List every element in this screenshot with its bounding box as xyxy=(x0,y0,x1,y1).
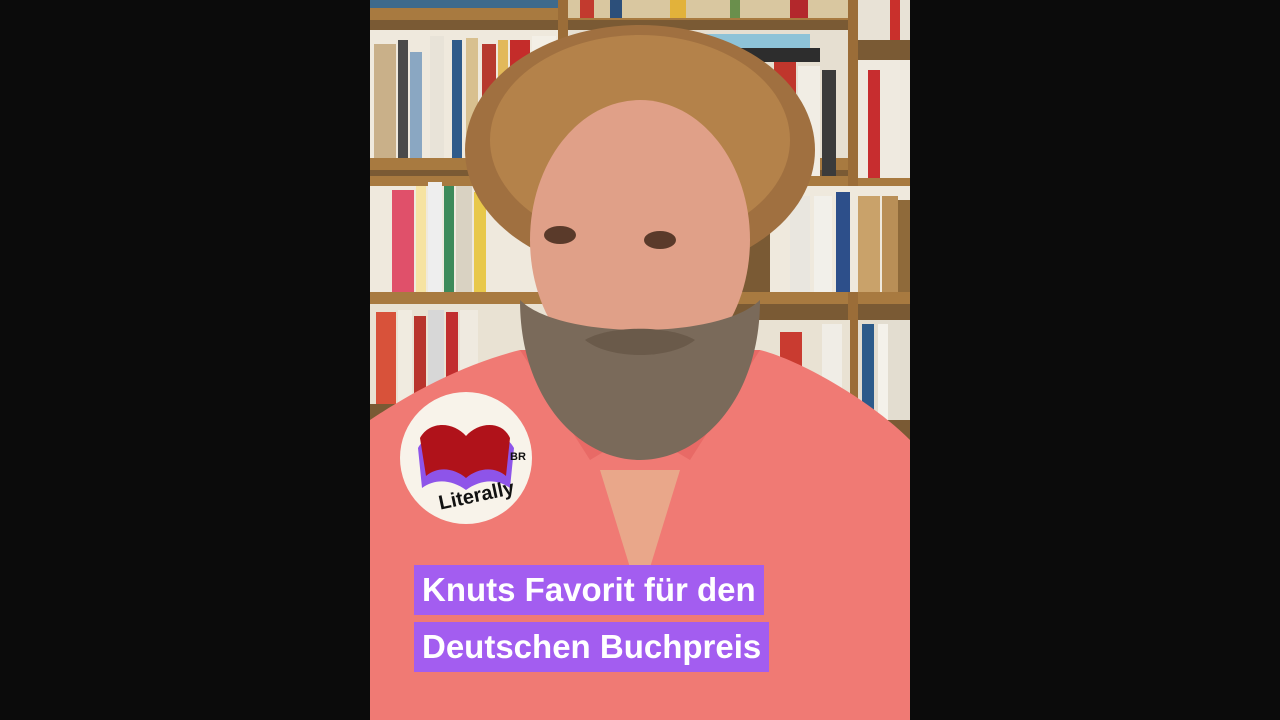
caption-line-1: Knuts Favorit für den xyxy=(414,565,764,615)
br-logo-text: BR xyxy=(510,451,526,463)
literally-logo: Literally BR xyxy=(400,392,532,524)
caption-box-line-1: Knuts Favorit für den xyxy=(414,565,764,615)
literally-logo-graphic: Literally BR xyxy=(400,392,532,524)
caption-box-line-2: Deutschen Buchpreis xyxy=(414,622,770,672)
caption-line-2: Deutschen Buchpreis xyxy=(414,622,770,672)
video-frame[interactable]: Literally BR Knuts Favorit für den Deuts… xyxy=(370,0,910,720)
